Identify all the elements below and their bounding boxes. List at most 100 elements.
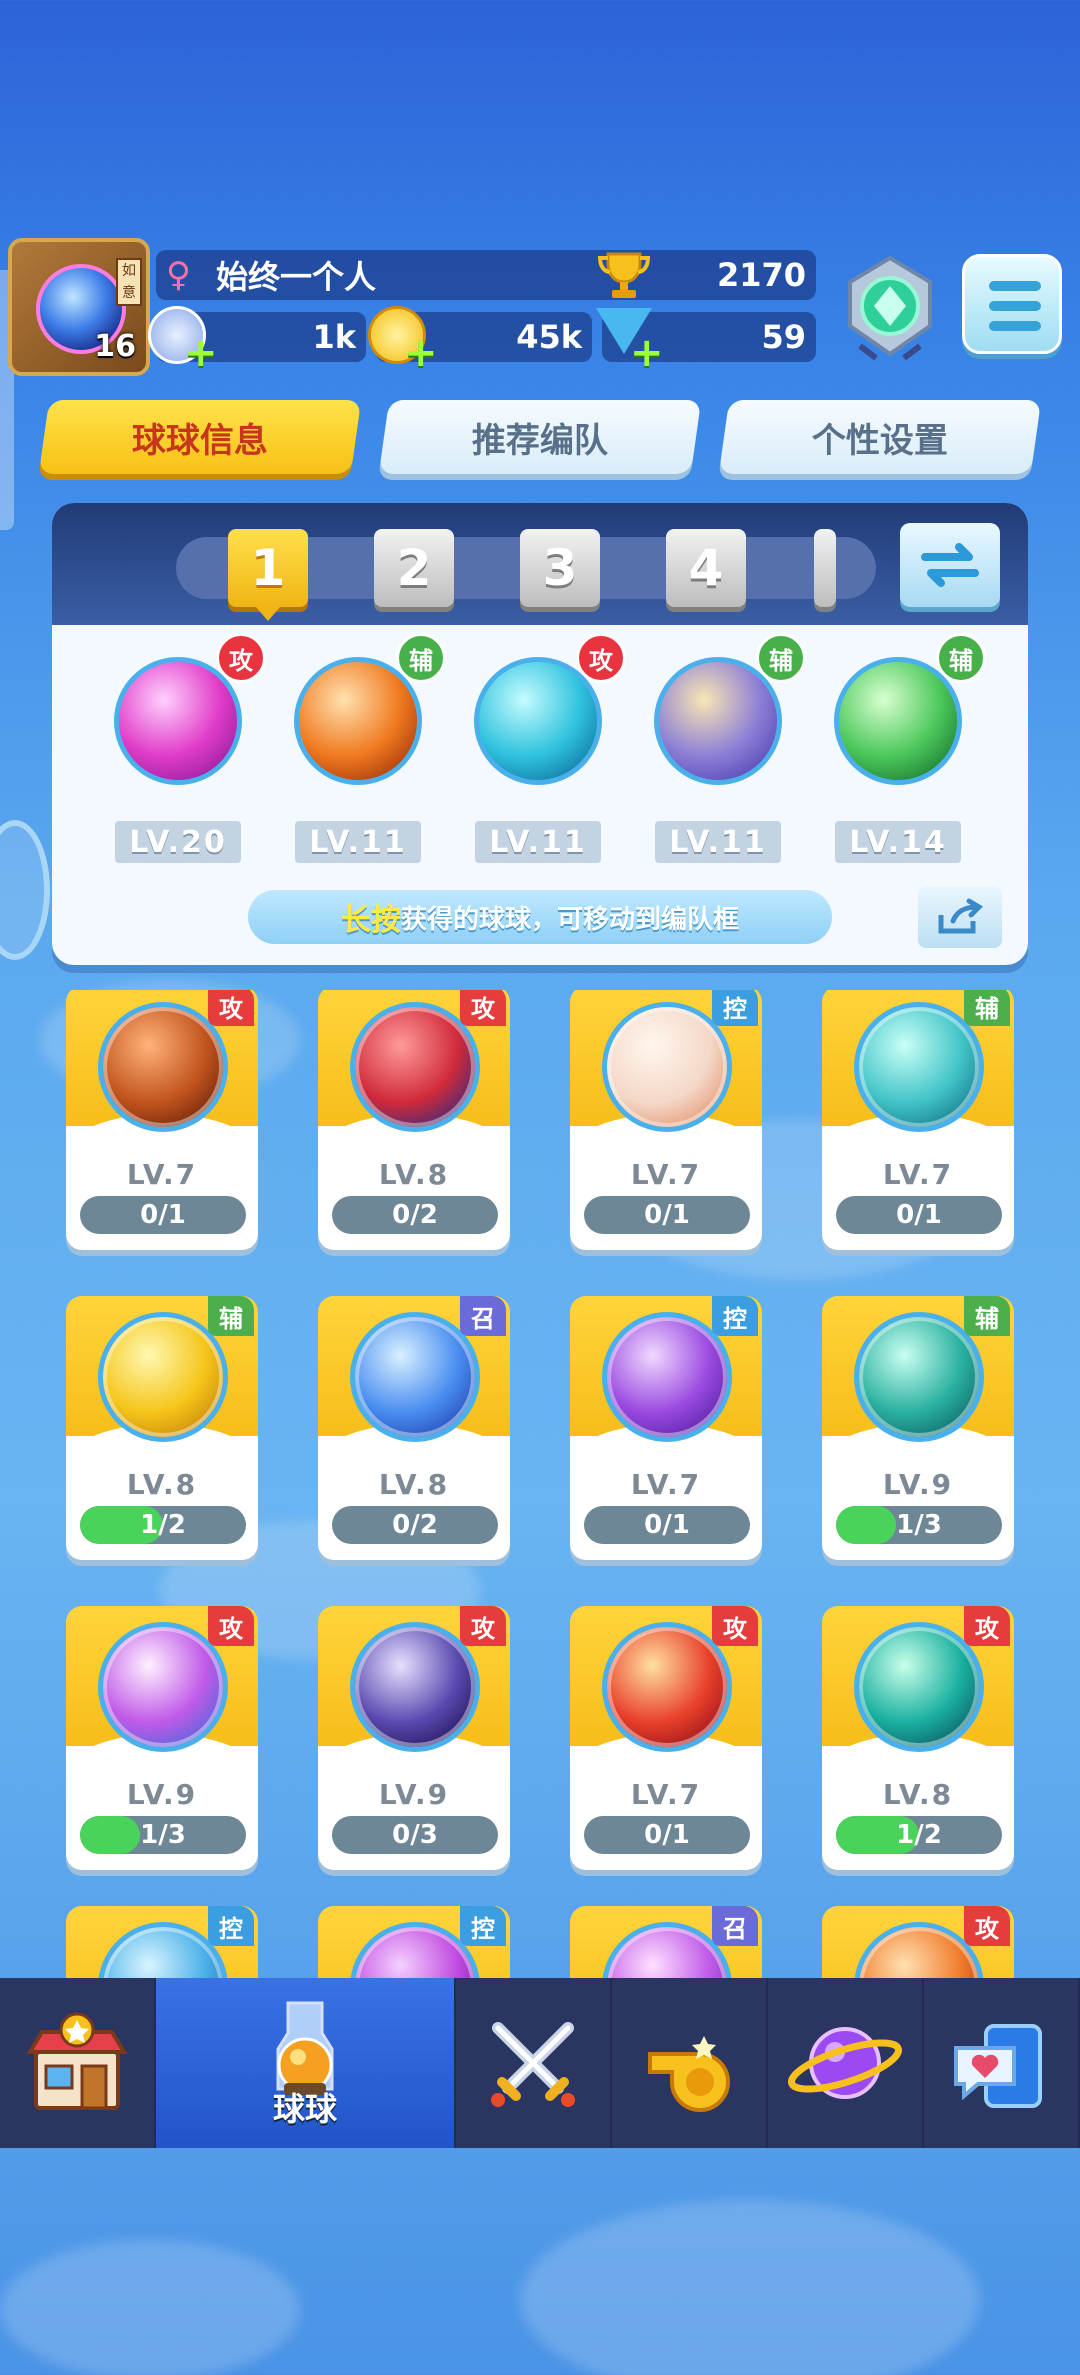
ball-level: LV.8 [378,1468,450,1501]
team-slot-2[interactable]: 2 [374,529,454,607]
nav-balls[interactable]: 球球 [156,1978,456,2148]
team-ball-level: LV.11 [475,821,601,863]
team-ball-orb-icon [474,657,602,785]
planet-icon [788,2027,902,2099]
team-slot-3[interactable]: 3 [520,529,600,607]
swap-button[interactable] [900,523,1000,607]
ball-progress-text: 0/1 [644,1820,690,1850]
ball-type-badge: 攻 [964,1606,1010,1646]
nav-planet[interactable] [768,1978,924,2148]
ball-level: LV.7 [126,1158,198,1191]
tab-recommended-team[interactable]: 推荐编队 [378,400,702,474]
shop-icon [26,2012,128,2110]
ball-level: LV.7 [630,1468,702,1501]
energy-count: 1k [312,318,356,356]
nav-battle[interactable] [456,1978,612,2148]
ball-progress-text: 0/2 [392,1510,438,1540]
plus-icon[interactable]: + [404,330,438,376]
team-ball-level: LV.11 [295,821,421,863]
ball-card[interactable]: 辅 LV.7 0/1 [822,990,1014,1250]
swap-icon [921,543,979,587]
nav-shop[interactable] [0,1978,156,2148]
team-ball-1[interactable]: 攻 [110,633,266,789]
team-slot-1[interactable]: 1 [228,529,308,607]
ball-progress-text: 0/1 [644,1200,690,1230]
team-slot-5-partial[interactable] [814,529,836,607]
plus-icon[interactable]: + [630,330,664,376]
ball-card[interactable]: 辅 LV.9 1/3 [822,1296,1014,1560]
tab-ball-info[interactable]: 球球信息 [38,400,362,474]
team-ball-orb-icon [294,657,422,785]
drag-hint: 长按 获得的球球，可移动到编队框 [248,890,832,944]
team-ball-2[interactable]: 辅 [290,633,446,789]
team-ball-4[interactable]: 辅 [650,633,806,789]
ball-card[interactable]: 召 LV.8 0/2 [318,1296,510,1560]
ball-card[interactable]: 攻 LV.9 1/3 [66,1606,258,1870]
ball-card[interactable]: 攻 LV.9 0/3 [318,1606,510,1870]
trophy-icon [596,246,652,302]
ball-progress-bar: 0/1 [584,1506,750,1544]
ball-progress-bar: 0/2 [332,1196,498,1234]
ball-progress-bar: 0/1 [584,1816,750,1854]
ball-type-badge: 辅 [208,1296,254,1336]
ball-card[interactable]: 控 LV.7 0/1 [570,1296,762,1560]
ball-progress-bar: 1/2 [836,1816,1002,1854]
ball-progress-bar: 1/2 [80,1506,246,1544]
ball-card[interactable]: 召 [570,1906,762,1978]
plus-icon[interactable]: + [184,330,218,376]
share-button[interactable] [918,886,1002,948]
crossed-swords-icon [491,2022,575,2107]
team-ball-type-badge: 辅 [936,633,986,683]
nav-balls-label: 球球 [272,2090,337,2128]
ball-progress-text: 1/3 [140,1820,186,1850]
coin-count: 45k [516,318,582,356]
menu-button[interactable] [962,254,1062,354]
ball-progress-text: 0/3 [392,1820,438,1850]
ball-card[interactable]: 辅 LV.8 1/2 [66,1296,258,1560]
ball-type-badge: 控 [208,1906,254,1946]
ball-level: LV.7 [882,1158,954,1191]
ball-card[interactable]: 控 [66,1906,258,1978]
ball-card[interactable]: 攻 [822,1906,1014,1978]
team-panel: 1 2 3 4 攻 LV.20 辅 LV.11 攻 LV.11 辅 LV.11 辅 LV.14 长… [52,503,1028,965]
team-slot-4[interactable]: 4 [666,529,746,607]
trophy-count: 2170 [716,256,806,294]
ball-level: LV.8 [882,1778,954,1811]
avatar-level: 16 [94,329,136,364]
nav-social[interactable] [924,1978,1080,2148]
team-ball-type-badge: 攻 [576,633,626,683]
team-ball-3[interactable]: 攻 [470,633,626,789]
ball-progress-bar: 0/1 [836,1196,1002,1234]
team-ball-5[interactable]: 辅 [830,633,986,789]
ball-level: LV.9 [126,1778,198,1811]
tab-personal-settings[interactable]: 个性设置 [718,400,1042,474]
team-ball-type-badge: 辅 [756,633,806,683]
avatar-tag: 如意 [116,258,142,306]
team-ball-orb-icon [114,657,242,785]
ball-level: LV.9 [378,1778,450,1811]
ball-type-badge: 攻 [712,1606,758,1646]
ball-type-badge: 辅 [964,990,1010,1026]
ball-progress-text: 0/1 [896,1200,942,1230]
ball-card[interactable]: 攻 LV.7 0/1 [66,990,258,1250]
team-ball-orb-icon [834,657,962,785]
ball-progress-text: 1/3 [896,1510,942,1540]
ball-type-badge: 攻 [208,1606,254,1646]
team-ball-type-badge: 辅 [396,633,446,683]
ball-card[interactable]: 攻 LV.8 0/2 [318,990,510,1250]
ball-level: LV.7 [630,1778,702,1811]
ball-type-badge: 攻 [208,990,254,1026]
ball-card[interactable]: 控 [318,1906,510,1978]
ball-card[interactable]: 攻 LV.8 1/2 [822,1606,1014,1870]
nav-whistle[interactable] [612,1978,768,2148]
side-drawer-handle[interactable] [0,820,50,960]
ball-card[interactable]: 控 LV.7 0/1 [570,990,762,1250]
team-ball-type-badge: 攻 [216,633,266,683]
ball-type-badge: 召 [712,1906,758,1946]
ball-card[interactable]: 攻 LV.7 0/1 [570,1606,762,1870]
ball-level: LV.8 [126,1468,198,1501]
energy-bar: + 1k [148,306,366,376]
player-avatar[interactable]: 如意 16 [8,238,150,376]
ball-progress-bar: 0/2 [332,1506,498,1544]
rank-emblem-icon[interactable] [840,254,940,364]
